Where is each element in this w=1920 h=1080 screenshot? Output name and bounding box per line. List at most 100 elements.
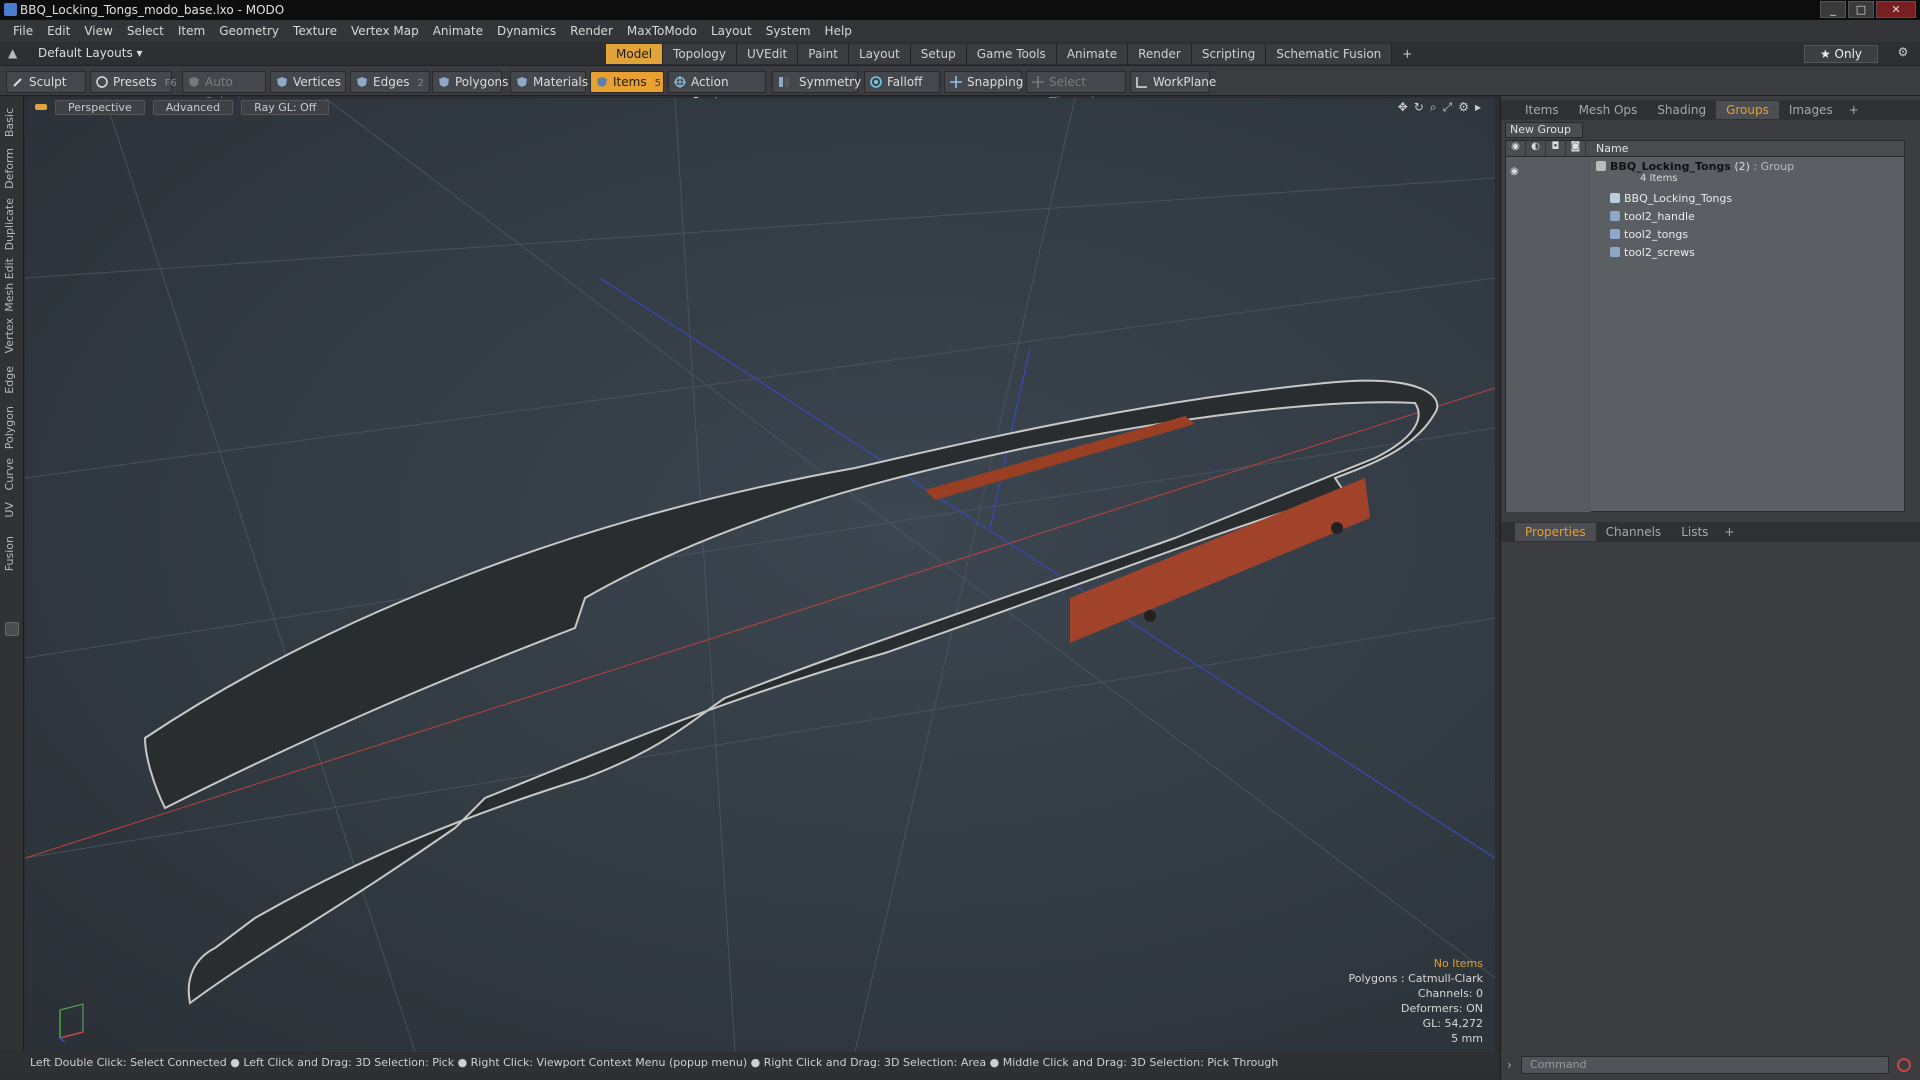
sculpt-button[interactable]: Sculpt bbox=[6, 71, 86, 93]
menu-view[interactable]: View bbox=[77, 24, 119, 38]
render-column-icon[interactable]: ◐ bbox=[1526, 140, 1546, 157]
brush-icon bbox=[13, 78, 22, 87]
tab-polygon[interactable]: Polygon bbox=[3, 406, 21, 449]
tab-groups[interactable]: Groups bbox=[1716, 101, 1779, 119]
viewport-menu-icon[interactable] bbox=[35, 104, 47, 110]
tab-game-tools[interactable]: Game Tools bbox=[966, 44, 1057, 64]
add-tab-button[interactable]: + bbox=[1392, 44, 1422, 64]
tab-scripting[interactable]: Scripting bbox=[1191, 44, 1267, 64]
list-item[interactable]: tool2_screws bbox=[1610, 245, 1695, 261]
advanced-button[interactable]: Advanced bbox=[152, 99, 234, 115]
materials-button[interactable]: Materials bbox=[510, 71, 588, 93]
add-panel-tab-button[interactable]: + bbox=[1843, 101, 1865, 119]
workplane-button[interactable]: WorkPlane bbox=[1130, 71, 1216, 93]
tab-topology[interactable]: Topology bbox=[663, 44, 738, 64]
polygons-info: Polygons : Catmull-Clark bbox=[1348, 972, 1483, 985]
menu-system[interactable]: System bbox=[759, 24, 818, 38]
only-button[interactable]: ★ Only bbox=[1804, 45, 1878, 63]
edges-button[interactable]: Edges 2 bbox=[350, 71, 430, 93]
zoom-icon[interactable]: ⌕ bbox=[1430, 100, 1437, 115]
command-expand-icon[interactable]: › bbox=[1507, 1058, 1512, 1072]
items-button[interactable]: Items 5 bbox=[590, 71, 664, 93]
menu-texture[interactable]: Texture bbox=[286, 24, 344, 38]
tab-uvedit[interactable]: UVEdit bbox=[737, 44, 799, 64]
3d-viewport[interactable]: Perspective Advanced Ray GL: Off ✥ ↻ ⌕ ⤢… bbox=[25, 98, 1495, 1052]
tab-fusion[interactable]: Fusion bbox=[3, 536, 21, 571]
close-button[interactable]: ✕ bbox=[1876, 1, 1916, 18]
tab-render[interactable]: Render bbox=[1128, 44, 1192, 64]
menu-file[interactable]: File bbox=[6, 24, 40, 38]
minimize-button[interactable]: _ bbox=[1820, 1, 1846, 18]
snapping-button[interactable]: Snapping bbox=[944, 71, 1023, 93]
falloff-button[interactable]: Falloff bbox=[864, 71, 940, 93]
tab-items[interactable]: Items bbox=[1515, 101, 1569, 119]
visibility-column-icon[interactable]: ◉ bbox=[1506, 140, 1526, 157]
tab-layout[interactable]: Layout bbox=[848, 44, 911, 64]
menu-edit[interactable]: Edit bbox=[40, 24, 77, 38]
select-through-icon bbox=[1032, 76, 1044, 88]
new-group-button[interactable]: New Group bbox=[1505, 122, 1583, 138]
command-input[interactable]: Command bbox=[1521, 1056, 1889, 1074]
layout-selector[interactable]: Default Layouts ▾ bbox=[38, 46, 143, 60]
menu-layout[interactable]: Layout bbox=[704, 24, 759, 38]
menu-animate[interactable]: Animate bbox=[426, 24, 490, 38]
group-row[interactable]: BBQ_Locking_Tongs (2) : Group bbox=[1596, 159, 1794, 175]
tab-paint[interactable]: Paint bbox=[798, 44, 849, 64]
action-center-button[interactable]: Action Center bbox=[668, 71, 766, 109]
tab-images[interactable]: Images bbox=[1779, 101, 1843, 119]
raygl-button[interactable]: Ray GL: Off bbox=[241, 99, 330, 115]
tab-deform[interactable]: Deform bbox=[3, 148, 21, 189]
record-icon[interactable] bbox=[1897, 1058, 1911, 1072]
tab-edge[interactable]: Edge bbox=[3, 366, 21, 394]
menu-select[interactable]: Select bbox=[120, 24, 171, 38]
viewport-more-icon[interactable]: ▸ bbox=[1475, 100, 1481, 115]
tab-channels[interactable]: Channels bbox=[1596, 523, 1672, 541]
tab-schematic-fusion[interactable]: Schematic Fusion bbox=[1266, 44, 1393, 64]
auto-select-button[interactable]: Auto Select bbox=[182, 71, 266, 109]
menu-dynamics[interactable]: Dynamics bbox=[490, 24, 563, 38]
menu-geometry[interactable]: Geometry bbox=[212, 24, 286, 38]
menu-vertex-map[interactable]: Vertex Map bbox=[344, 24, 426, 38]
perspective-button[interactable]: Perspective bbox=[55, 99, 145, 115]
menu-maxtomodo[interactable]: MaxToModo bbox=[620, 24, 704, 38]
pan-icon[interactable]: ✥ bbox=[1398, 100, 1408, 115]
locator-icon bbox=[1610, 193, 1620, 203]
tab-uv[interactable]: UV bbox=[3, 502, 21, 518]
tab-mesh-edit[interactable]: Mesh Edit bbox=[3, 258, 21, 312]
maximize-view-icon[interactable]: ⤢ bbox=[1443, 100, 1453, 115]
menu-help[interactable]: Help bbox=[818, 24, 859, 38]
tab-mesh-ops[interactable]: Mesh Ops bbox=[1569, 101, 1648, 119]
viewport-gear-icon[interactable]: ⚙ bbox=[1458, 100, 1469, 115]
tab-duplicate[interactable]: Duplicate bbox=[3, 198, 21, 250]
tab-setup[interactable]: Setup bbox=[910, 44, 967, 64]
rotate-icon[interactable]: ↻ bbox=[1414, 100, 1424, 115]
viewport-scene[interactable] bbox=[25, 98, 1495, 1052]
tab-expand-icon[interactable] bbox=[5, 622, 19, 636]
presets-button[interactable]: Presets F6 bbox=[90, 71, 177, 93]
layout-arrow-icon[interactable]: ▲ bbox=[8, 46, 17, 60]
tab-shading[interactable]: Shading bbox=[1647, 101, 1716, 119]
menu-item[interactable]: Item bbox=[171, 24, 212, 38]
maximize-button[interactable]: □ bbox=[1848, 1, 1874, 18]
group-visibility-icon[interactable]: ◉ bbox=[1510, 166, 1519, 177]
list-item[interactable]: tool2_handle bbox=[1610, 209, 1695, 225]
tab-properties[interactable]: Properties bbox=[1515, 523, 1596, 541]
list-item[interactable]: BBQ_Locking_Tongs bbox=[1610, 191, 1732, 207]
tab-basic[interactable]: Basic bbox=[3, 108, 21, 137]
polygons-button[interactable]: Polygons bbox=[432, 71, 508, 93]
lock-column-icon[interactable]: ◘ bbox=[1546, 140, 1566, 157]
select-through-button[interactable]: Select Through bbox=[1026, 71, 1126, 109]
symmetry-button[interactable]: Symmetry bbox=[772, 71, 861, 93]
tab-curve[interactable]: Curve bbox=[3, 458, 21, 490]
tab-model[interactable]: Model bbox=[606, 44, 664, 64]
tab-animate[interactable]: Animate bbox=[1056, 44, 1129, 64]
menu-render[interactable]: Render bbox=[563, 24, 620, 38]
gear-icon[interactable]: ⚙ bbox=[1892, 45, 1914, 63]
add-bottom-tab-button[interactable]: + bbox=[1718, 523, 1740, 541]
select-column-icon[interactable]: ◙ bbox=[1566, 140, 1586, 157]
tab-vertex[interactable]: Vertex bbox=[3, 318, 21, 353]
vertices-button[interactable]: Vertices1 bbox=[270, 71, 355, 93]
list-item[interactable]: tool2_tongs bbox=[1610, 227, 1688, 243]
tab-lists[interactable]: Lists bbox=[1671, 523, 1718, 541]
tongs-model[interactable] bbox=[143, 379, 1439, 1005]
